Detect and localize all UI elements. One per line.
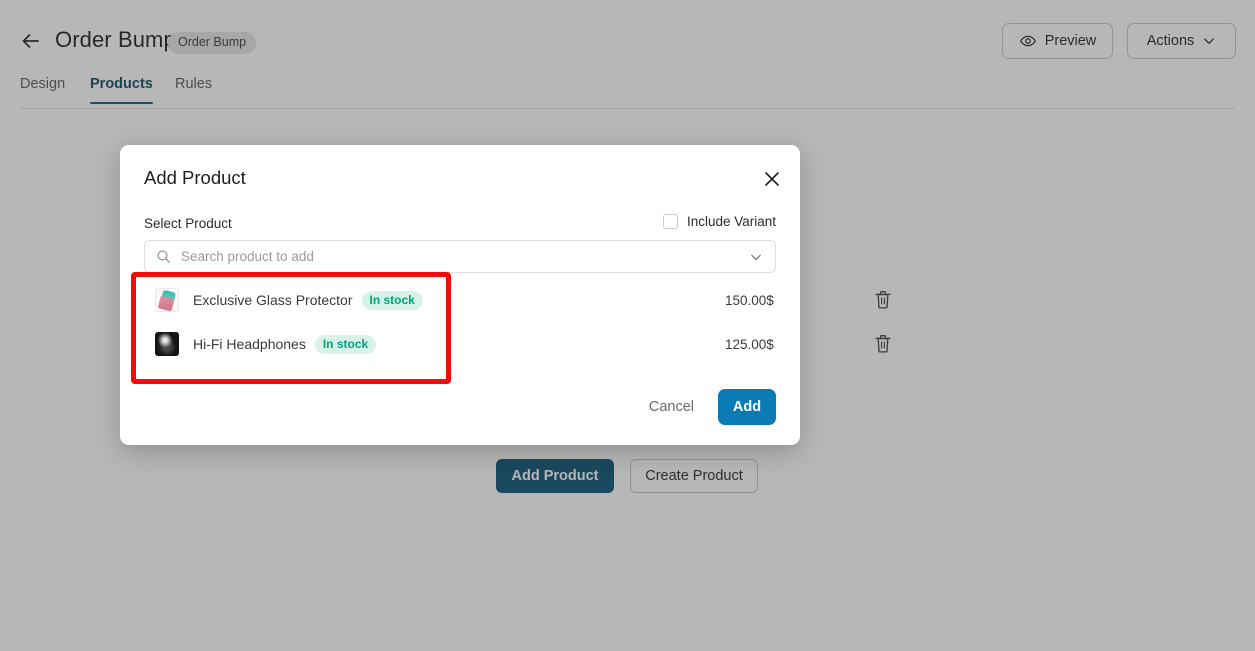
search-chevron-down-icon[interactable]	[749, 250, 775, 264]
dialog-footer: Cancel Add	[641, 389, 776, 425]
include-variant-toggle[interactable]: Include Variant	[662, 214, 776, 229]
headphones-thumbnail	[155, 332, 179, 356]
add-button[interactable]: Add	[718, 389, 776, 425]
dialog-title: Add Product	[144, 167, 246, 188]
include-variant-checkbox[interactable]	[662, 214, 678, 229]
selected-products-list: Exclusive Glass Protector In stock 150.0…	[133, 278, 891, 366]
close-icon[interactable]	[760, 167, 784, 191]
product-search-field[interactable]	[144, 240, 776, 273]
glass-protector-thumbnail	[155, 288, 179, 312]
status-badge: In stock	[314, 334, 377, 354]
trash-icon[interactable]	[873, 333, 893, 355]
product-price: 125.00$	[725, 336, 774, 352]
product-price: 150.00$	[725, 292, 774, 308]
product-name: Exclusive Glass Protector	[193, 292, 353, 308]
search-icon	[145, 249, 171, 264]
select-product-label: Select Product	[144, 216, 232, 231]
table-row[interactable]: Exclusive Glass Protector In stock 150.0…	[133, 278, 891, 322]
status-badge: In stock	[361, 290, 423, 310]
product-name: Hi-Fi Headphones	[193, 336, 306, 352]
trash-icon[interactable]	[873, 289, 893, 311]
cancel-button[interactable]: Cancel	[641, 393, 702, 421]
add-product-dialog: Add Product Select Product Include Varia…	[120, 145, 891, 445]
include-variant-label: Include Variant	[686, 214, 776, 229]
search-input[interactable]	[179, 248, 749, 265]
table-row[interactable]: Hi-Fi Headphones In stock 125.00$	[133, 322, 891, 366]
